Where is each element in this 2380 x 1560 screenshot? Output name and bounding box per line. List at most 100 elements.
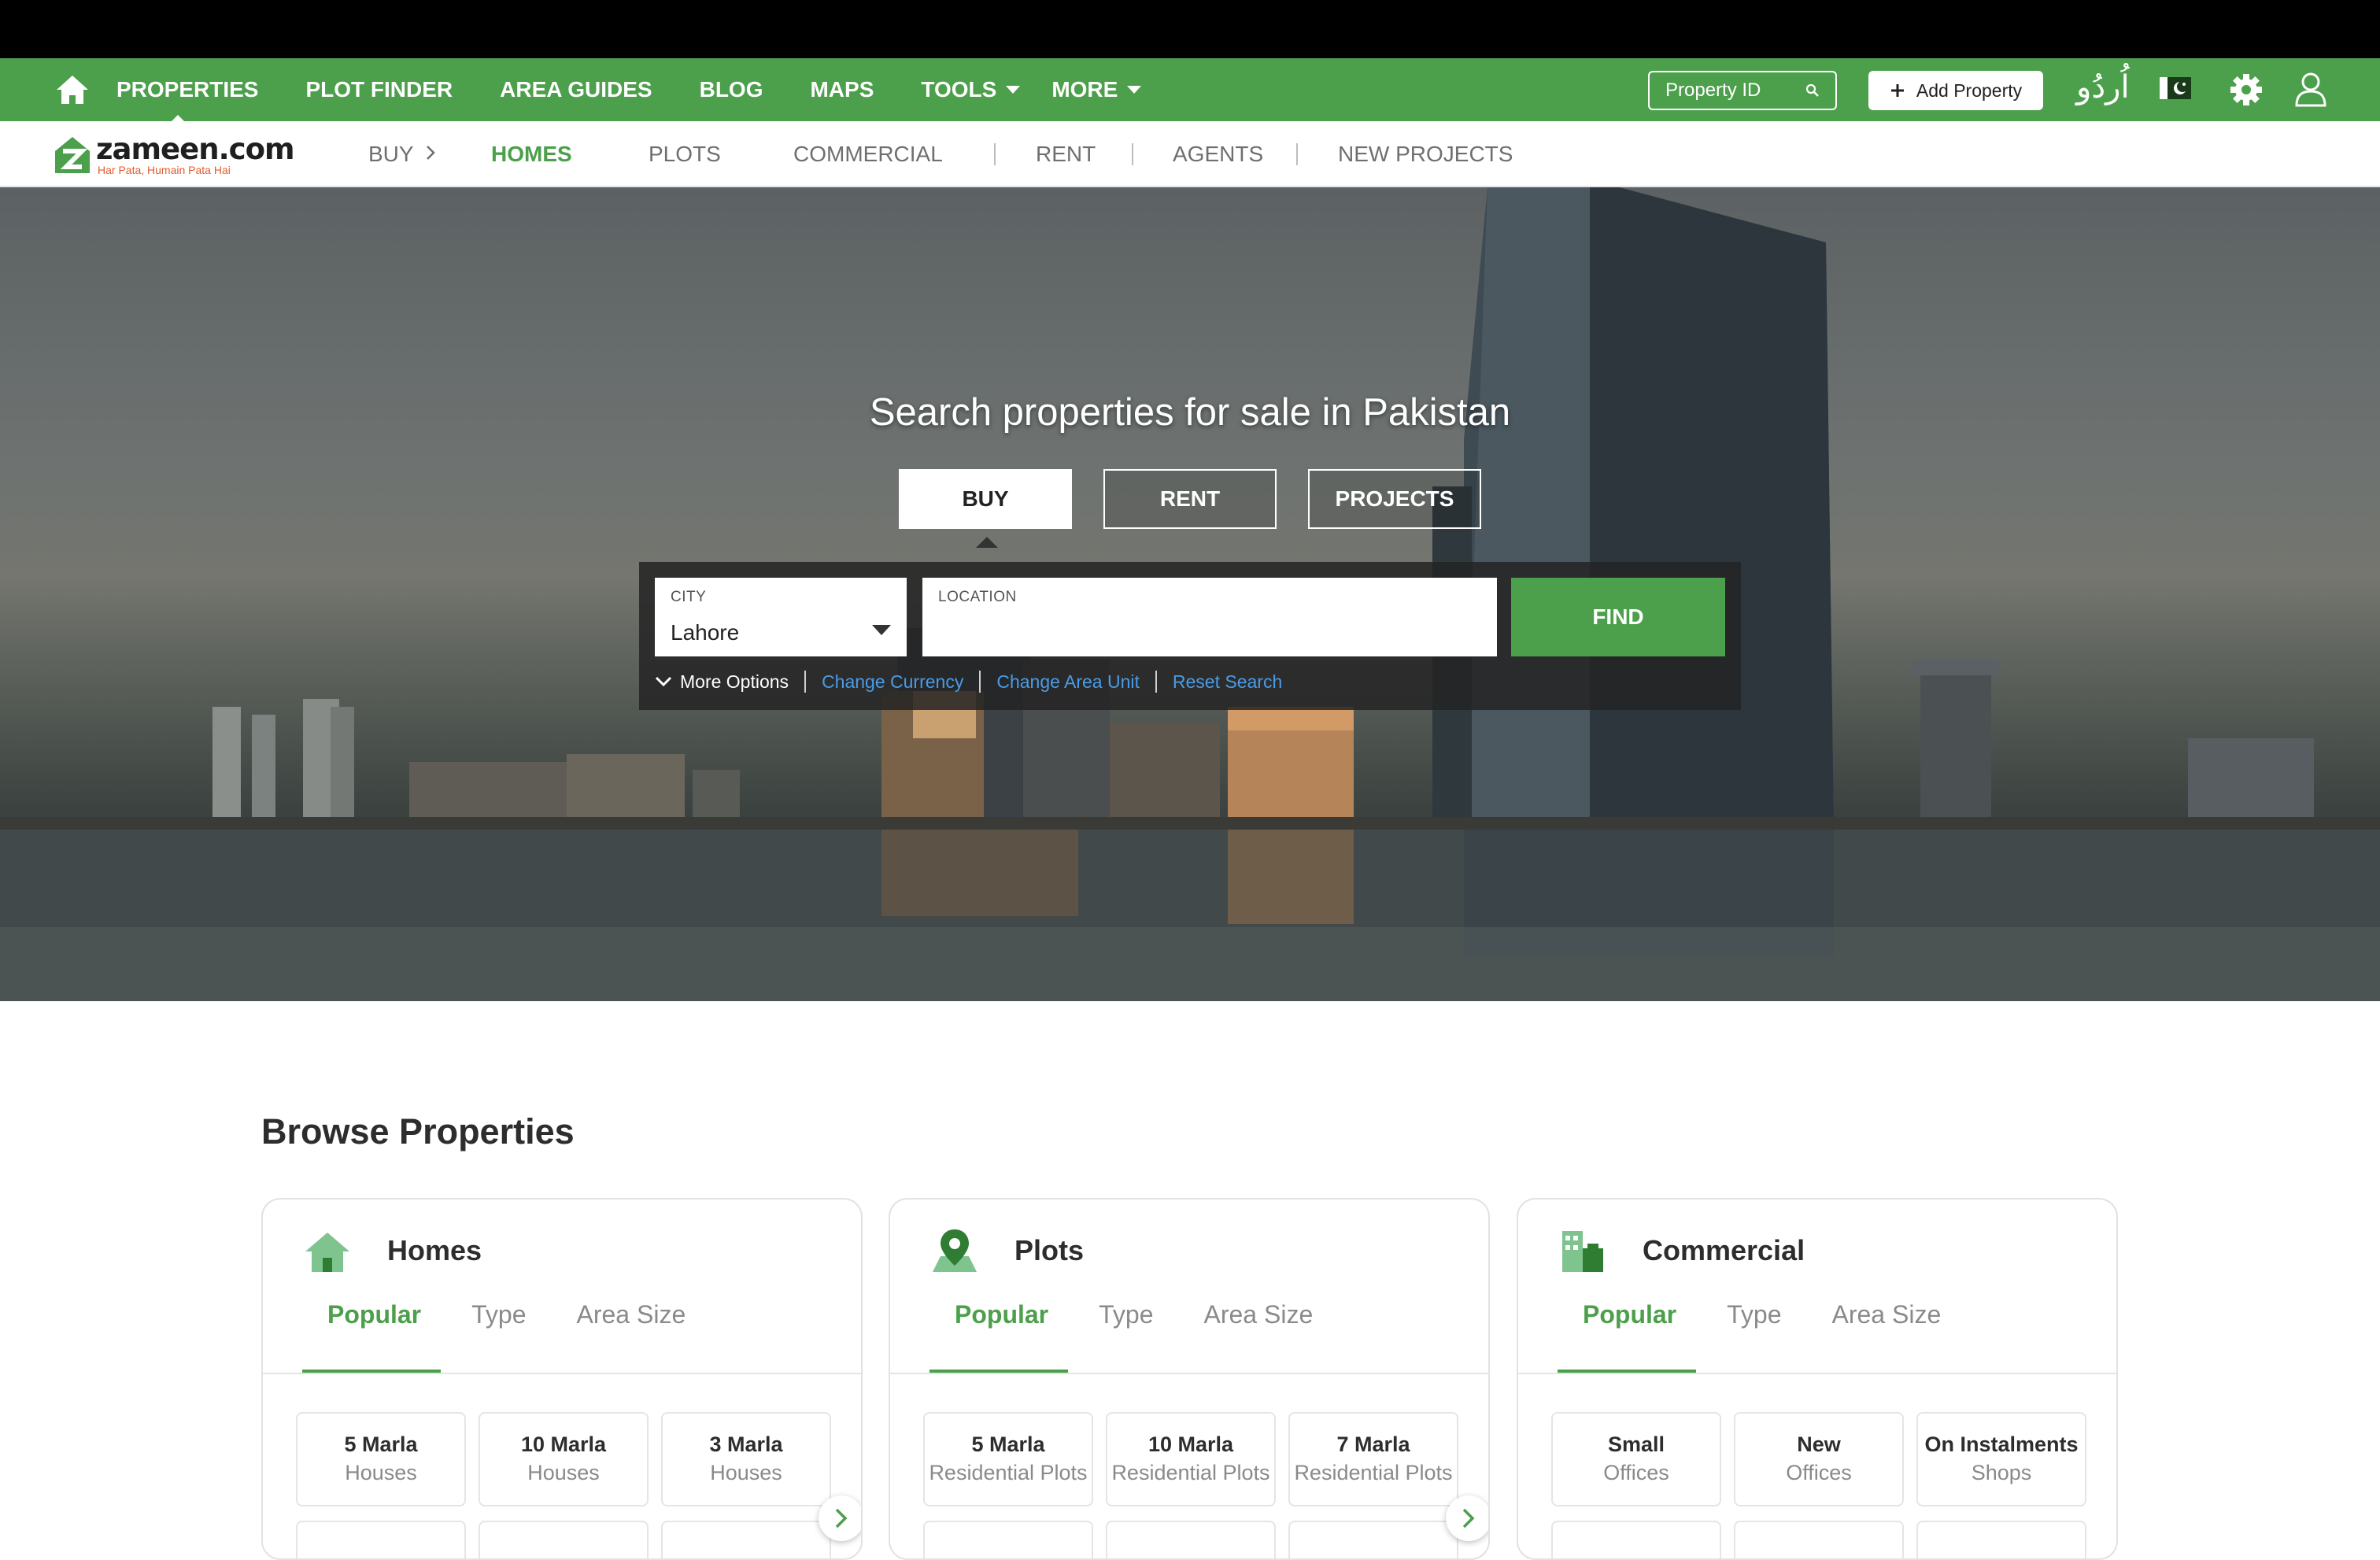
search-icon[interactable] bbox=[1805, 83, 1820, 98]
tab-type[interactable]: Type bbox=[1727, 1300, 1781, 1347]
chevron-right-icon bbox=[1462, 1508, 1475, 1529]
tab-rent[interactable]: RENT bbox=[1103, 469, 1277, 529]
search-panel: CITY Lahore LOCATION FIND More Options C… bbox=[639, 562, 1741, 710]
property-id-search[interactable]: Property ID bbox=[1648, 71, 1837, 110]
list-item[interactable]: On Instalments Shops bbox=[1916, 1412, 2086, 1506]
tile-title: New bbox=[1797, 1432, 1841, 1456]
subnav-buy[interactable]: BUY bbox=[368, 142, 414, 167]
subnav-rent[interactable]: RENT bbox=[1036, 142, 1096, 167]
change-area-unit-link[interactable]: Change Area Unit bbox=[996, 671, 1140, 693]
tab-popular[interactable]: Popular bbox=[327, 1300, 421, 1347]
language-toggle[interactable]: اُردُو bbox=[2076, 69, 2130, 105]
card-title: Commercial bbox=[1643, 1234, 1805, 1266]
nav-blog[interactable]: BLOG bbox=[700, 58, 763, 121]
tile-title: 10 Marla bbox=[520, 1432, 607, 1456]
tab-area-size[interactable]: Area Size bbox=[1832, 1300, 1942, 1347]
more-options-toggle[interactable]: More Options bbox=[655, 671, 789, 693]
list-item[interactable]: 3 Marla Houses bbox=[661, 1412, 831, 1506]
tab-area-size[interactable]: Area Size bbox=[1204, 1300, 1314, 1347]
add-property-button[interactable]: Add Property bbox=[1868, 71, 2043, 110]
pakistan-flag-icon[interactable] bbox=[2160, 77, 2191, 99]
browse-properties-heading: Browse Properties bbox=[261, 1111, 575, 1152]
next-button[interactable] bbox=[819, 1495, 861, 1541]
location-label: LOCATION bbox=[938, 589, 1017, 605]
card-tabs: Popular Type Area Size bbox=[1558, 1300, 1941, 1347]
reset-search-link[interactable]: Reset Search bbox=[1173, 671, 1282, 693]
tab-type[interactable]: Type bbox=[1099, 1300, 1153, 1347]
subnav-plots[interactable]: PLOTS bbox=[649, 142, 721, 167]
tile-subtitle: Residential Plots bbox=[929, 1461, 1088, 1484]
tile-subtitle: Residential Plots bbox=[1294, 1461, 1453, 1484]
change-currency-link[interactable]: Change Currency bbox=[822, 671, 963, 693]
list-item[interactable]: 5 Marla Houses bbox=[296, 1412, 466, 1506]
list-item[interactable]: 7 Marla Residential Plots bbox=[1288, 1412, 1458, 1506]
card-tabs: Popular Type Area Size bbox=[929, 1300, 1313, 1347]
list-item[interactable] bbox=[661, 1521, 831, 1558]
list-item[interactable]: 5 Marla Residential Plots bbox=[923, 1412, 1093, 1506]
list-item[interactable] bbox=[1106, 1521, 1276, 1558]
main-nav: PROPERTIES PLOT FINDER AREA GUIDES BLOG … bbox=[116, 58, 1188, 121]
tab-popular[interactable]: Popular bbox=[1583, 1300, 1676, 1347]
nav-label: TOOLS bbox=[921, 77, 997, 102]
property-id-placeholder: Property ID bbox=[1665, 79, 1761, 101]
list-item[interactable]: 10 Marla Residential Plots bbox=[1106, 1412, 1276, 1506]
subnav-homes[interactable]: HOMES bbox=[491, 142, 572, 167]
list-item[interactable] bbox=[1288, 1521, 1458, 1558]
subnav-agents[interactable]: AGENTS bbox=[1173, 142, 1263, 167]
tile-subtitle: Offices bbox=[1786, 1461, 1852, 1484]
nav-label: PLOT FINDER bbox=[305, 77, 453, 102]
next-button[interactable] bbox=[1446, 1495, 1488, 1541]
tile-title: 5 Marla bbox=[971, 1432, 1045, 1456]
tab-type[interactable]: Type bbox=[471, 1300, 526, 1347]
nav-label: AREA GUIDES bbox=[500, 77, 652, 102]
nav-more[interactable]: MORE bbox=[1051, 58, 1142, 121]
tile-subtitle: Houses bbox=[345, 1461, 417, 1484]
add-property-label: Add Property bbox=[1916, 79, 2023, 101]
nav-properties[interactable]: PROPERTIES bbox=[116, 58, 258, 121]
list-item[interactable] bbox=[923, 1521, 1093, 1558]
browse-card-homes: Homes Popular Type Area Size 5 Marla Hou… bbox=[261, 1198, 863, 1560]
list-item[interactable]: New Offices bbox=[1734, 1412, 1904, 1506]
divider bbox=[804, 671, 807, 693]
chevron-right-icon bbox=[835, 1508, 848, 1529]
tile-title: 7 Marla bbox=[1336, 1432, 1410, 1456]
tab-area-size[interactable]: Area Size bbox=[577, 1300, 686, 1347]
subnav-commercial[interactable]: COMMERCIAL bbox=[793, 142, 943, 167]
list-item[interactable]: 10 Marla Houses bbox=[479, 1412, 649, 1506]
tile-subtitle: Shops bbox=[1971, 1461, 2032, 1484]
settings-gear-icon[interactable] bbox=[2229, 72, 2264, 107]
nav-maps[interactable]: MAPS bbox=[810, 58, 874, 121]
divider bbox=[1296, 143, 1298, 165]
tile-title: On Instalments bbox=[1924, 1432, 2079, 1456]
user-account-icon[interactable] bbox=[2293, 71, 2328, 107]
list-item[interactable] bbox=[479, 1521, 649, 1558]
nav-plot-finder[interactable]: PLOT FINDER bbox=[305, 58, 453, 121]
tile-title: 10 Marla bbox=[1148, 1432, 1234, 1456]
more-options-label: More Options bbox=[680, 671, 789, 692]
home-icon[interactable] bbox=[55, 74, 90, 105]
hero-banner: Search properties for sale in Pakistan B… bbox=[0, 187, 2380, 1001]
list-item[interactable]: Small Offices bbox=[1551, 1412, 1721, 1506]
location-input[interactable]: LOCATION bbox=[922, 578, 1497, 656]
active-tab-pointer bbox=[976, 537, 998, 548]
nav-label: MAPS bbox=[810, 77, 874, 102]
list-item[interactable] bbox=[1916, 1521, 2086, 1558]
find-button[interactable]: FIND bbox=[1511, 578, 1725, 656]
caret-down-icon bbox=[1006, 86, 1021, 94]
tab-popular[interactable]: Popular bbox=[955, 1300, 1048, 1347]
tab-projects[interactable]: PROJECTS bbox=[1308, 469, 1481, 529]
list-item[interactable] bbox=[1734, 1521, 1904, 1558]
city-select[interactable]: CITY Lahore bbox=[655, 578, 907, 656]
map-pin-icon bbox=[933, 1229, 977, 1272]
list-item[interactable] bbox=[1551, 1521, 1721, 1558]
card-title: Plots bbox=[1014, 1234, 1085, 1266]
subnav-new-projects[interactable]: NEW PROJECTS bbox=[1338, 142, 1513, 167]
browser-top-bar bbox=[0, 0, 2380, 58]
nav-label: PROPERTIES bbox=[116, 77, 259, 102]
tab-buy[interactable]: BUY bbox=[899, 469, 1072, 529]
nav-tools[interactable]: TOOLS bbox=[921, 58, 1021, 121]
caret-down-icon bbox=[1127, 86, 1142, 94]
list-item[interactable] bbox=[296, 1521, 466, 1558]
house-icon bbox=[305, 1233, 349, 1272]
nav-area-guides[interactable]: AREA GUIDES bbox=[500, 58, 652, 121]
